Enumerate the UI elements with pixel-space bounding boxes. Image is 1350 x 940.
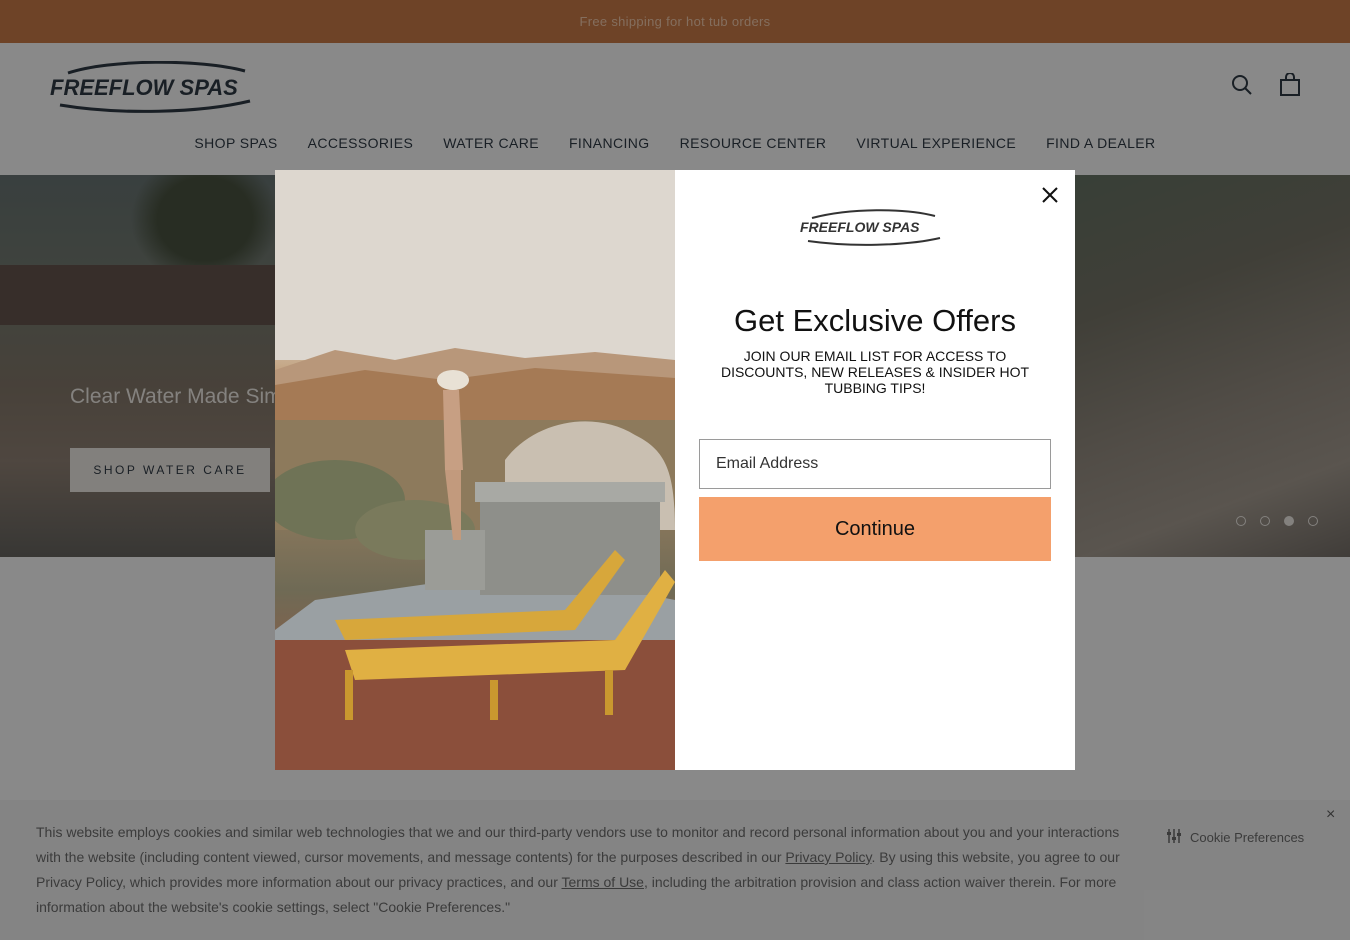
- sliders-icon: [1166, 828, 1182, 847]
- cookie-notice-text: This website employs cookies and similar…: [36, 820, 1141, 920]
- modal-title: Get Exclusive Offers: [734, 303, 1016, 338]
- privacy-policy-link[interactable]: Privacy Policy: [785, 849, 871, 865]
- close-icon[interactable]: [1039, 184, 1061, 206]
- email-field[interactable]: [699, 439, 1051, 489]
- cookie-close-icon[interactable]: ×: [1326, 806, 1335, 824]
- terms-of-use-link[interactable]: Terms of Use: [562, 874, 644, 890]
- modal-lifestyle-image: [275, 170, 675, 770]
- modal-form-panel: FREEFLOW SPAS Get Exclusive Offers JOIN …: [675, 170, 1075, 770]
- cookie-preferences-button[interactable]: Cookie Preferences: [1166, 828, 1304, 847]
- modal-logo-wordmark: FREEFLOW SPAS: [800, 219, 920, 235]
- cookie-preferences-label: Cookie Preferences: [1190, 830, 1305, 845]
- email-signup-modal: FREEFLOW SPAS Get Exclusive Offers JOIN …: [275, 170, 1075, 770]
- freeflow-logo-icon: FREEFLOW SPAS: [800, 209, 941, 246]
- cookie-banner: × This website employs cookies and simil…: [0, 800, 1350, 940]
- modal-subtitle: JOIN OUR EMAIL LIST FOR ACCESS TO DISCOU…: [720, 348, 1030, 396]
- modal-logo: FREEFLOW SPAS: [800, 208, 950, 246]
- continue-button[interactable]: Continue: [699, 497, 1051, 561]
